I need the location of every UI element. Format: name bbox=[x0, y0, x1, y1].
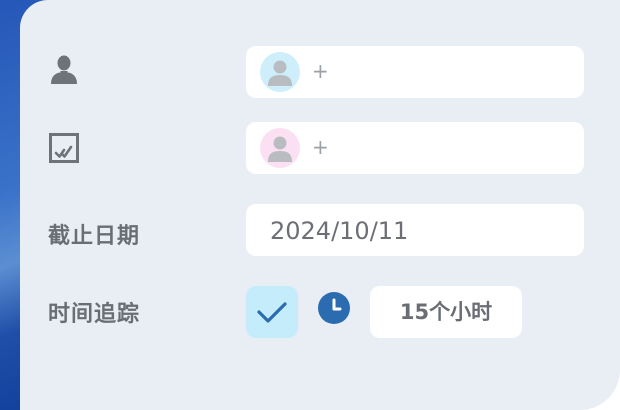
time-tracking-label: 时间追踪 bbox=[48, 302, 141, 327]
due-date-value: 2024/10/11 bbox=[270, 217, 409, 245]
avatar-placeholder-icon[interactable] bbox=[260, 52, 300, 92]
add-assignee-button[interactable]: + bbox=[312, 60, 329, 82]
time-tracking-toggle[interactable] bbox=[246, 286, 298, 338]
checkmark-icon bbox=[257, 302, 287, 323]
person-icon bbox=[48, 54, 80, 86]
due-date-field[interactable]: 2024/10/11 bbox=[246, 204, 584, 256]
tracked-hours-button[interactable]: 15个小时 bbox=[370, 286, 522, 338]
clock-icon bbox=[318, 292, 350, 324]
assignee-field[interactable]: + bbox=[246, 46, 584, 98]
due-date-label: 截止日期 bbox=[48, 224, 141, 249]
add-reviewer-button[interactable]: + bbox=[312, 136, 329, 158]
task-check-icon bbox=[48, 132, 80, 164]
reviewer-field[interactable]: + bbox=[246, 122, 584, 174]
avatar-placeholder-icon[interactable] bbox=[260, 128, 300, 168]
